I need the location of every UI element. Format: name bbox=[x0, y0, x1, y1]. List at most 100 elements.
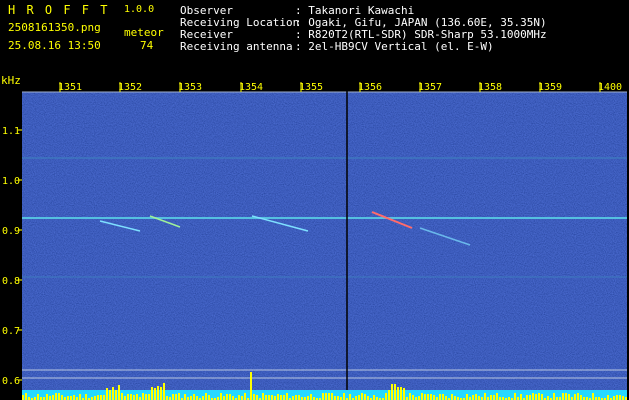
histogram-bar bbox=[160, 387, 162, 400]
histogram-bar bbox=[616, 395, 618, 400]
histogram-bar bbox=[85, 394, 87, 400]
histogram-bar bbox=[565, 393, 567, 400]
time-tick-label: 1351 bbox=[58, 82, 82, 93]
histogram-bar bbox=[607, 395, 609, 400]
histogram-bar bbox=[484, 393, 486, 400]
histogram-bar bbox=[250, 372, 252, 400]
histogram-bar bbox=[445, 396, 447, 400]
histogram-bar bbox=[580, 395, 582, 400]
histogram-bar bbox=[37, 394, 39, 400]
histogram-bar bbox=[46, 394, 48, 400]
histogram-bar bbox=[52, 395, 54, 400]
histogram-bar bbox=[475, 394, 477, 400]
histogram-bar bbox=[562, 393, 564, 400]
histogram-bar bbox=[541, 394, 543, 400]
histogram-bar bbox=[424, 394, 426, 400]
histogram-bar bbox=[538, 393, 540, 400]
axis-unit-label: kHz bbox=[1, 74, 21, 87]
histogram-bar bbox=[277, 394, 279, 400]
histogram-bar bbox=[229, 394, 231, 400]
histogram-bar bbox=[490, 395, 492, 400]
time-tick-label: 1355 bbox=[299, 82, 323, 93]
histogram-bar bbox=[22, 395, 24, 400]
time-tick-label: 1352 bbox=[118, 82, 142, 93]
freq-tick-label: 0.7 bbox=[2, 326, 20, 337]
histogram-bar bbox=[157, 386, 159, 400]
histogram-bar bbox=[364, 394, 366, 400]
histogram-bar bbox=[232, 396, 234, 400]
histogram-bar bbox=[451, 394, 453, 400]
histogram-bar bbox=[130, 394, 132, 400]
histogram-bar bbox=[154, 388, 156, 400]
histogram-bar bbox=[409, 393, 411, 400]
histogram-bar bbox=[121, 393, 123, 400]
histogram-bar bbox=[547, 396, 549, 400]
histogram-bar bbox=[568, 394, 570, 400]
spectrogram-display: 1351 1352 1353 1354 1355 1356 1357 1358 1359 1400… bbox=[2, 82, 627, 400]
histogram-bar bbox=[454, 396, 456, 400]
histogram-bar bbox=[148, 394, 150, 400]
histogram-bar bbox=[109, 390, 111, 400]
histogram-bar bbox=[532, 393, 534, 400]
histogram-bar bbox=[622, 396, 624, 400]
histogram-bar bbox=[535, 394, 537, 400]
histogram-bar bbox=[388, 390, 390, 400]
histogram-bar bbox=[127, 394, 129, 400]
histogram-bar bbox=[256, 395, 258, 400]
histogram-bar bbox=[292, 396, 294, 400]
histogram-bar bbox=[529, 395, 531, 400]
histogram-bar bbox=[430, 394, 432, 400]
histogram-bar bbox=[619, 395, 621, 400]
histogram-bar bbox=[442, 394, 444, 400]
histogram-bar bbox=[202, 396, 204, 400]
histogram-bar bbox=[133, 395, 135, 400]
histogram-bar bbox=[112, 387, 114, 400]
histogram-bar bbox=[577, 393, 579, 400]
histogram-bar bbox=[514, 393, 516, 400]
frequency-axis: 1.1 1.0 0.9 0.8 0.7 0.6 bbox=[2, 126, 22, 387]
histogram-bar bbox=[145, 394, 147, 400]
histogram-bar bbox=[103, 395, 105, 400]
histogram-bar bbox=[343, 393, 345, 400]
freq-tick-label: 0.9 bbox=[2, 226, 20, 237]
histogram-bar bbox=[262, 393, 264, 400]
time-tick-label: 1354 bbox=[239, 82, 263, 93]
histogram-bar bbox=[325, 393, 327, 400]
histogram-bar bbox=[193, 394, 195, 400]
time-tick-label: 1356 bbox=[358, 82, 382, 93]
histogram-bar bbox=[124, 396, 126, 400]
histogram-bar bbox=[403, 388, 405, 400]
histogram-bar bbox=[67, 396, 69, 400]
histogram-bar bbox=[574, 394, 576, 400]
spectrogram-speckle bbox=[22, 92, 627, 392]
histogram-bar bbox=[394, 384, 396, 400]
histogram-bar bbox=[331, 393, 333, 400]
histogram-bar bbox=[310, 394, 312, 400]
histogram-bar bbox=[265, 395, 267, 400]
histogram-bar bbox=[334, 396, 336, 400]
histogram-bar bbox=[526, 395, 528, 400]
histogram-bar bbox=[496, 393, 498, 400]
histogram-bar bbox=[166, 396, 168, 400]
time-tick-label: 1400 bbox=[598, 82, 622, 93]
histogram-bar bbox=[253, 394, 255, 400]
histogram-bar bbox=[238, 395, 240, 400]
histogram-bar bbox=[286, 393, 288, 400]
histogram-bar bbox=[400, 387, 402, 400]
time-tick-label: 1357 bbox=[418, 82, 442, 93]
histogram-bar bbox=[94, 396, 96, 400]
histogram-bar bbox=[163, 383, 165, 400]
histogram-bar bbox=[271, 395, 273, 400]
histogram-bar bbox=[592, 393, 594, 400]
histogram-bar bbox=[478, 396, 480, 400]
histogram-bar bbox=[190, 396, 192, 400]
time-tick-label: 1353 bbox=[178, 82, 202, 93]
histogram-bar bbox=[196, 396, 198, 400]
histogram-bar bbox=[391, 384, 393, 400]
histogram-bar bbox=[58, 393, 60, 400]
histogram-bar bbox=[433, 395, 435, 400]
histogram-bar bbox=[322, 393, 324, 400]
histogram-bar bbox=[553, 393, 555, 400]
histogram-bar bbox=[274, 396, 276, 400]
histogram-bar bbox=[355, 396, 357, 400]
